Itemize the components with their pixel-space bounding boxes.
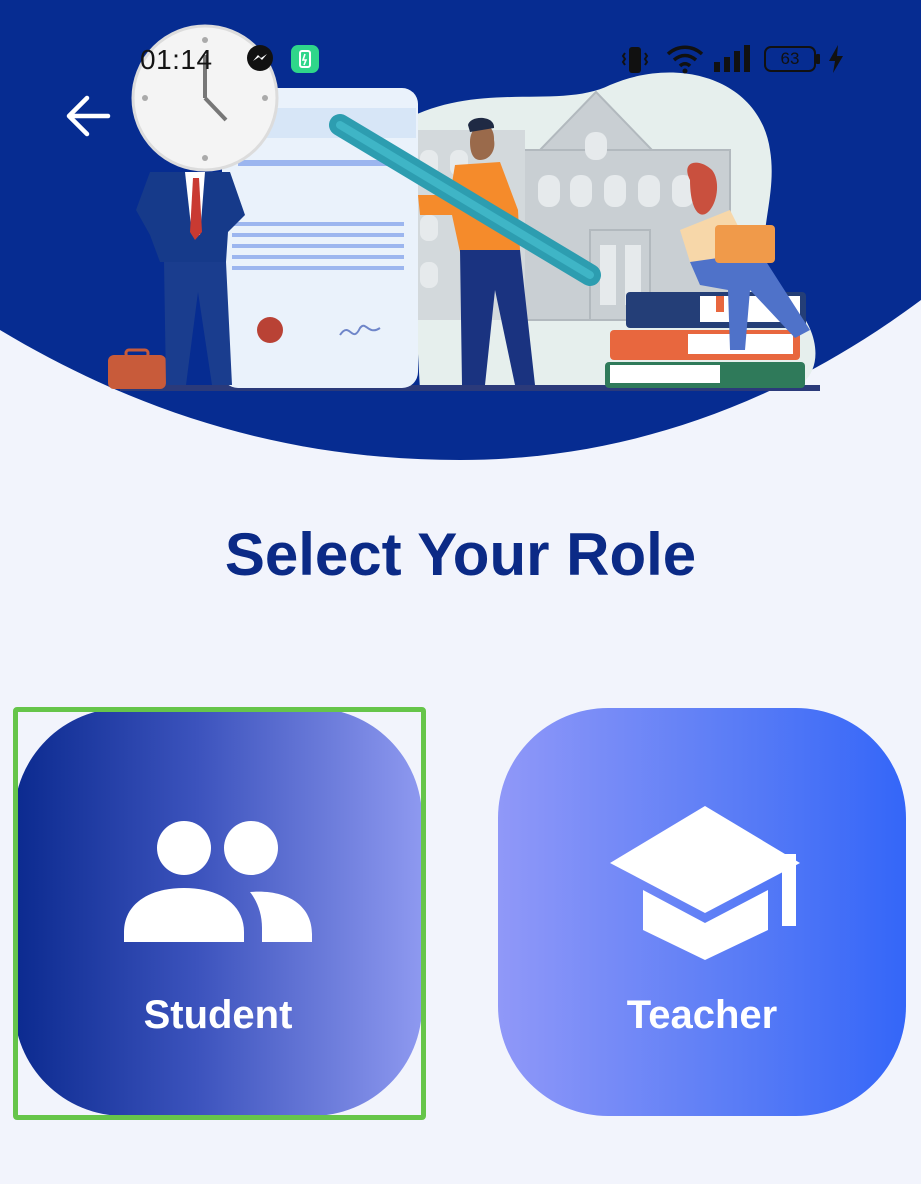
status-time: 01:14 [140,44,213,75]
wifi-icon [666,45,704,74]
back-button[interactable] [60,88,116,144]
battery-level: 63 [780,49,800,68]
battery-icon: 63 [764,46,820,72]
teacher-role-button[interactable]: Teacher [498,708,906,1116]
teacher-label: Teacher [626,993,778,1037]
signal-icon [714,45,750,72]
vibrate-icon [621,47,649,73]
battery-saver-icon [291,45,319,73]
graduation-cap-icon [610,806,800,960]
messenger-icon [247,45,273,71]
status-bar: 01:14 63 [0,38,921,84]
student-label: Student [143,993,293,1037]
page-title: Select Your Role [224,521,697,588]
arrow-left-icon [66,95,111,137]
charging-icon [829,45,843,73]
student-role-button[interactable]: Student [14,708,422,1116]
users-icon [124,821,312,942]
